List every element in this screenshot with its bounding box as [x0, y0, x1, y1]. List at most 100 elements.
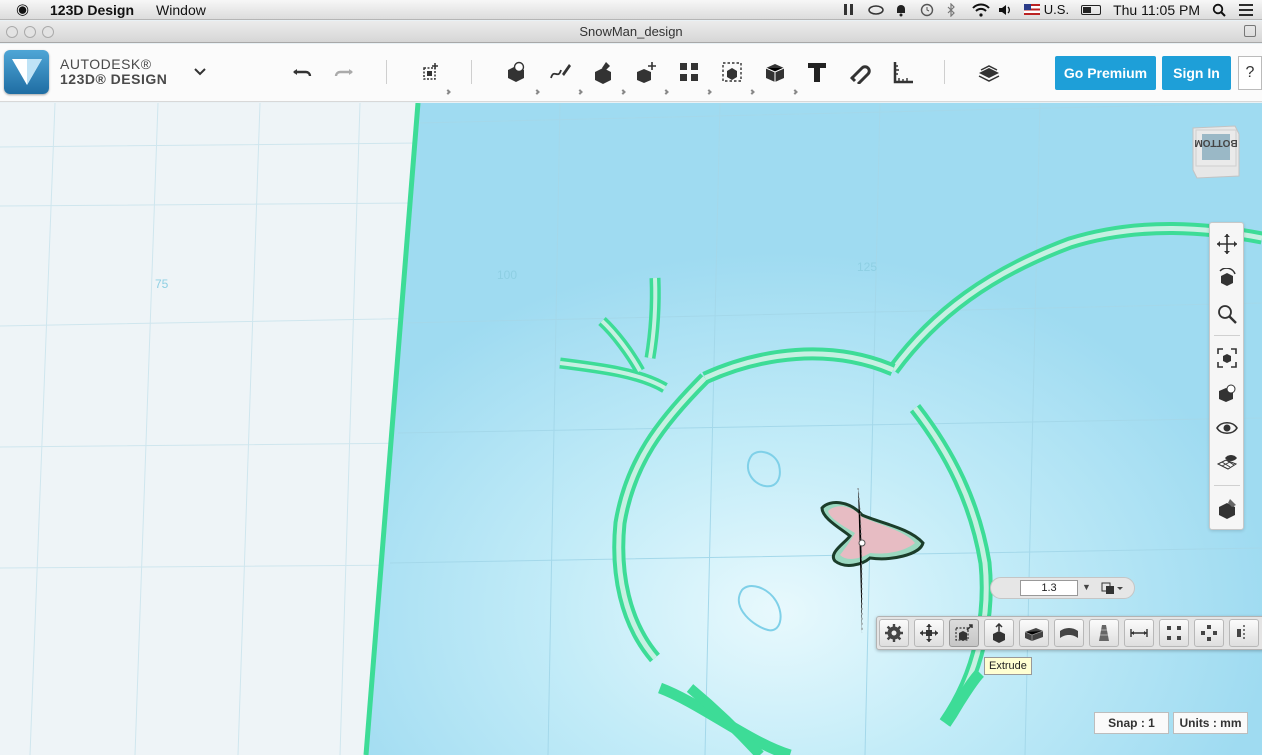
snap-setting[interactable]: Snap : 1 [1094, 712, 1169, 734]
modify-tool-button[interactable] [632, 58, 660, 86]
toolbar-separator [386, 60, 387, 84]
materials-tool-button[interactable] [975, 58, 1003, 86]
modify-icon [637, 62, 656, 83]
view-cube[interactable]: BOTTOM [1191, 124, 1241, 180]
tower-icon [1099, 625, 1109, 641]
apple-menu-icon[interactable]: ◉ [16, 1, 32, 18]
circular-pattern-button[interactable] [1194, 619, 1224, 647]
snap-tool-button[interactable] [846, 58, 874, 86]
pattern-dropdown-icon[interactable] [706, 89, 712, 95]
sketch-dropdown-icon[interactable] [577, 89, 583, 95]
bluetooth-icon[interactable] [946, 2, 960, 18]
menu-clock[interactable]: Thu 11:05 PM [1113, 2, 1200, 18]
combine-tool-button[interactable] [761, 58, 789, 86]
orbit-button[interactable] [1214, 266, 1240, 292]
text-tool-button[interactable] [803, 58, 831, 86]
revolve-button[interactable] [1019, 619, 1049, 647]
push-pull-icon [993, 623, 1005, 643]
go-premium-button[interactable]: Go Premium [1055, 56, 1156, 90]
pause-icon[interactable] [842, 3, 856, 16]
rectangular-pattern-button[interactable] [1159, 619, 1189, 647]
app-menu-chevron-down-icon[interactable] [193, 64, 207, 80]
sketch-tool-button[interactable] [546, 58, 574, 86]
grouping-tool-button[interactable] [718, 58, 746, 86]
grouping-dropdown-icon[interactable] [749, 89, 755, 95]
extrude-distance-input[interactable]: 1.3 [1020, 580, 1078, 596]
viewcube-label: BOTTOM [1194, 137, 1237, 148]
close-window-button[interactable] [6, 26, 18, 38]
primitives-dropdown-icon[interactable] [534, 89, 540, 95]
material-view-button[interactable] [1214, 495, 1240, 521]
extrude-button[interactable] [949, 619, 979, 647]
taper-button[interactable] [1089, 619, 1119, 647]
extrude-value-chevron-down-icon[interactable]: ▼ [1082, 582, 1091, 592]
construct-tool-button[interactable] [589, 58, 617, 86]
brand-line-2: 123D® DESIGN [60, 71, 168, 87]
magnet-icon [849, 65, 871, 84]
units-setting[interactable]: Units : mm [1173, 712, 1248, 734]
help-button[interactable]: ? [1238, 56, 1262, 90]
sign-in-button[interactable]: Sign In [1162, 56, 1231, 90]
sweep-button[interactable] [984, 619, 1014, 647]
toolbar-separator [944, 60, 945, 84]
primitives-tool-button[interactable] [502, 58, 530, 86]
input-source[interactable]: U.S. [1023, 2, 1069, 17]
modify-dropdown-icon[interactable] [663, 89, 669, 95]
curved-solid-icon [1060, 628, 1078, 638]
pattern-grid-icon [1167, 626, 1181, 640]
app-toolbar: AUTODESK® 123D® DESIGN Go Premium Sign I… [0, 44, 1262, 102]
navigation-bar [1209, 222, 1244, 530]
grid-label: 75 [155, 277, 169, 291]
redo-button[interactable] [330, 58, 358, 86]
minimize-window-button[interactable] [24, 26, 36, 38]
nav-separator [1214, 485, 1240, 486]
perspective-icon [1219, 384, 1236, 402]
fit-icon [1217, 348, 1237, 368]
visibility-button[interactable] [1214, 415, 1240, 441]
undo-button[interactable] [288, 58, 316, 86]
battery-icon[interactable] [1081, 4, 1102, 15]
cloud-icon[interactable] [868, 3, 884, 16]
volume-icon[interactable] [998, 3, 1012, 16]
3d-viewport[interactable]: 75 100 125 [0, 103, 1262, 755]
settings-button[interactable] [879, 619, 909, 647]
gear-icon [885, 624, 903, 642]
mirror-button[interactable] [1229, 619, 1259, 647]
brand-name: AUTODESK® 123D® DESIGN [60, 57, 167, 87]
construct-dropdown-icon[interactable] [620, 89, 626, 95]
loft-button[interactable] [1054, 619, 1084, 647]
work-plane [366, 103, 1262, 755]
time-machine-icon[interactable] [920, 3, 934, 17]
grid-label: 100 [497, 268, 517, 282]
grid-label: 125 [857, 260, 877, 274]
views-button[interactable] [1214, 380, 1240, 406]
fullscreen-button[interactable] [1244, 25, 1256, 37]
extrude-tooltip: Extrude [984, 657, 1032, 675]
combine-dropdown-icon[interactable] [792, 89, 798, 95]
notification-bell-icon[interactable] [894, 3, 908, 17]
measure-distance-button[interactable] [1124, 619, 1154, 647]
primitives-icon [508, 61, 525, 82]
status-area: U.S. Thu 11:05 PM [842, 2, 1262, 18]
pan-button[interactable] [1214, 231, 1240, 257]
scene-canvas[interactable]: 75 100 125 [0, 103, 1262, 755]
wifi-icon[interactable] [972, 3, 990, 17]
spotlight-search-icon[interactable] [1212, 3, 1226, 17]
notification-center-icon[interactable] [1238, 3, 1253, 16]
pattern-icon [680, 63, 698, 81]
transform-tool-button[interactable] [417, 58, 445, 86]
pattern-tool-button[interactable] [675, 58, 703, 86]
boolean-operation-icon [1101, 582, 1123, 594]
zoom-button[interactable] [1214, 301, 1240, 327]
solid-box-icon [1024, 628, 1044, 641]
fit-view-button[interactable] [1214, 345, 1240, 371]
move-button[interactable] [914, 619, 944, 647]
transform-dropdown-icon[interactable] [445, 89, 451, 95]
menu-app-name[interactable]: 123D Design [50, 2, 134, 18]
extrude-operation-dropdown[interactable] [1100, 580, 1126, 596]
zoom-window-button[interactable] [42, 26, 54, 38]
grid-visibility-button[interactable] [1214, 450, 1240, 476]
menu-window[interactable]: Window [156, 2, 206, 18]
measure-tool-button[interactable] [889, 58, 917, 86]
app-logo-icon[interactable] [4, 50, 49, 94]
